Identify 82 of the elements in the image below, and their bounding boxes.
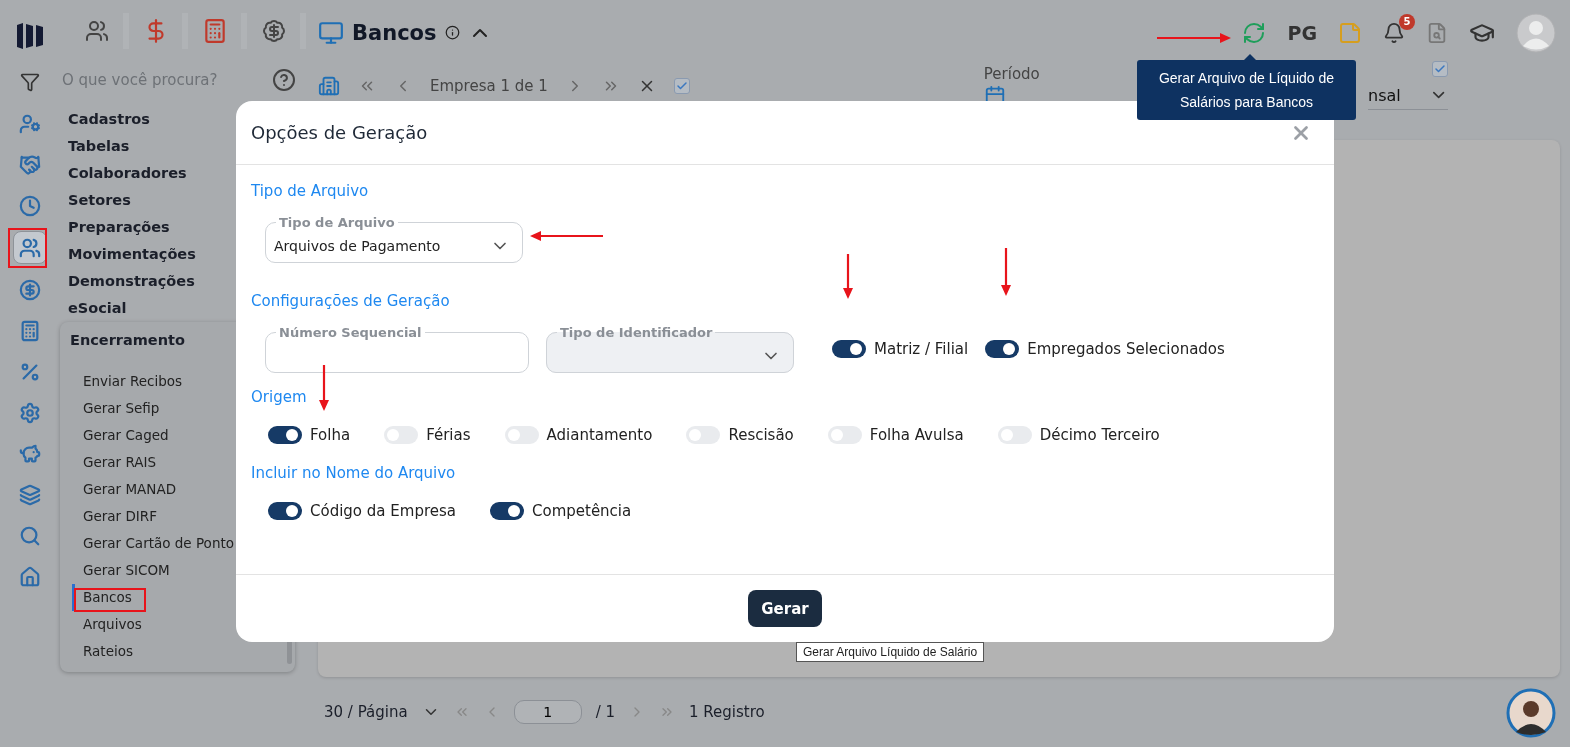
checkbox[interactable]: [673, 77, 690, 94]
record-count: 1 Registro: [689, 703, 765, 722]
building-icon: [318, 74, 340, 97]
nav-rail-item[interactable]: [13, 231, 47, 264]
check-icon: [675, 79, 688, 92]
select-field[interactable]: Tipo de Arquivo Arquivos de Pagamento: [265, 215, 523, 263]
help-icon[interactable]: [272, 68, 296, 92]
submenu-item[interactable]: Enviar Recibos: [72, 368, 187, 395]
submenu-item[interactable]: Gerar Sefip: [72, 395, 164, 422]
user-gear-icon: [19, 112, 41, 135]
page-total: / 1: [595, 703, 615, 722]
section-title: Tipo de Arquivo: [251, 181, 370, 201]
submenu-item[interactable]: Gerar SICOM: [72, 557, 174, 584]
gear-icon: [19, 401, 41, 424]
period-label: Período: [983, 64, 1040, 83]
annotation-arrow: [842, 254, 854, 299]
toggle-label: Competência: [532, 502, 632, 520]
logo-icon: [16, 22, 44, 50]
toggle-label: Código da Empresa: [310, 502, 456, 520]
dialog-title: Opções de Geração: [251, 122, 428, 143]
bell-icon[interactable]: [1383, 21, 1405, 44]
submenu-item[interactable]: Gerar DIRF: [72, 503, 161, 530]
users-icon: [19, 236, 41, 259]
home-icon: [19, 565, 41, 588]
section-title: Origem: [251, 387, 308, 407]
info-icon[interactable]: [444, 25, 460, 41]
page-field[interactable]: 1: [513, 700, 582, 725]
annotation-arrow: [318, 365, 330, 411]
users-icon[interactable]: [84, 19, 109, 43]
toggle-label: Férias: [426, 426, 471, 444]
submenu-item[interactable]: Gerar Caged: [72, 422, 173, 449]
search-field[interactable]: O que você procura?: [60, 71, 272, 89]
field-label: Número Sequencial: [278, 325, 423, 340]
toggle-label: Folha: [310, 426, 351, 444]
submenu-item[interactable]: Rateios: [72, 638, 137, 665]
submenu-item[interactable]: Gerar RAIS: [72, 449, 161, 476]
field-label: Tipo de Identificador: [559, 325, 714, 340]
handshake-icon: [19, 153, 41, 176]
toggle-label: Matriz / Filial: [874, 340, 969, 358]
section-title: Incluir no Nome do Arquivo: [251, 463, 457, 483]
submenu-item[interactable]: Gerar Cartão de Ponto: [72, 530, 238, 557]
search-icon: [19, 524, 41, 547]
user-avatar[interactable]: [1516, 12, 1556, 53]
page-title: Bancos: [352, 20, 437, 45]
clock-icon: [19, 194, 41, 217]
tooltip: Gerar Arquivo de Líquido de Salários para Bancos: [1137, 60, 1356, 120]
toggle-switch[interactable]: [268, 426, 302, 444]
toggle-label: Décimo Terceiro: [1039, 426, 1160, 444]
highlight-frame: [8, 228, 47, 268]
toggle-label: Adiantamento: [546, 426, 653, 444]
section-title: Configurações de Geração: [251, 291, 451, 311]
dollar-badge-icon[interactable]: [261, 19, 286, 43]
toggle-label: Empregados Selecionados: [1027, 340, 1225, 358]
submenu-item[interactable]: Gerar MANAD: [72, 476, 181, 503]
toggle-switch[interactable]: [490, 502, 524, 520]
annotation-arrow: [1000, 248, 1012, 296]
monitor-icon: [318, 19, 344, 46]
generate-button[interactable]: Gerar: [748, 590, 822, 627]
field-label: Tipo de Arquivo: [278, 215, 396, 230]
checkbox[interactable]: [1432, 61, 1448, 78]
submenu-item[interactable]: Bancos: [72, 584, 136, 611]
file-search-icon[interactable]: [1426, 21, 1448, 44]
calculator-icon: [19, 319, 41, 342]
notification-badge: 5: [1399, 13, 1415, 30]
toggle-label: Folha Avulsa: [869, 426, 964, 444]
tooltip: Gerar Arquivo Líquido de Salário: [796, 642, 985, 662]
toggle-switch[interactable]: [985, 340, 1020, 358]
pg-label[interactable]: PG: [1287, 21, 1317, 44]
highlight-frame: [74, 588, 146, 612]
assistant-avatar[interactable]: [1506, 688, 1556, 738]
company-navigator: Empresa 1 de 1: [430, 76, 548, 95]
page-size-select[interactable]: 30 / Página: [324, 703, 408, 722]
toggle-label: Rescisão: [728, 426, 794, 444]
layers-icon: [19, 483, 41, 506]
piggy-bank-icon: [19, 442, 41, 465]
submenu-item[interactable]: Arquivos: [72, 611, 146, 638]
toggle-switch[interactable]: [268, 502, 302, 520]
refresh-icon[interactable]: [1242, 20, 1267, 45]
toggle-switch[interactable]: [832, 340, 866, 358]
dollar-coin-icon: [19, 278, 41, 301]
filter-icon[interactable]: [20, 72, 40, 92]
period-value[interactable]: nsal: [1368, 85, 1401, 105]
